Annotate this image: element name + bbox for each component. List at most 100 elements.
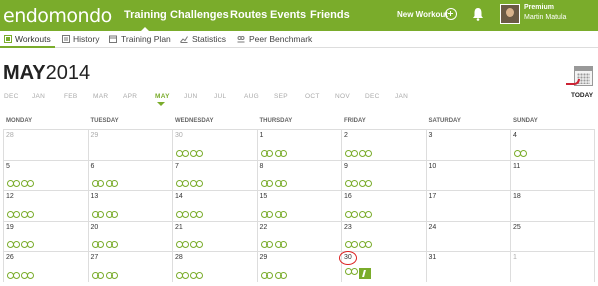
month-link[interactable]: SEP: [274, 93, 288, 100]
cycling-workout-icon[interactable]: [190, 210, 203, 218]
cycling-workout-icon[interactable]: [260, 271, 273, 279]
cycling-workout-icon[interactable]: [345, 241, 358, 248]
cycling-workout-icon[interactable]: [105, 180, 118, 187]
cycling-workout-icon[interactable]: [345, 267, 358, 275]
day-number[interactable]: 18: [513, 193, 521, 200]
day-number[interactable]: 1: [260, 132, 264, 139]
day-number[interactable]: 26: [6, 254, 14, 261]
calendar-day[interactable]: 11: [510, 159, 595, 190]
day-number[interactable]: 2: [344, 132, 348, 139]
month-link[interactable]: OCT: [305, 93, 320, 100]
day-number[interactable]: 28: [6, 132, 14, 139]
day-number[interactable]: 12: [6, 193, 14, 200]
cycling-workout-icon[interactable]: [21, 241, 34, 248]
cycling-workout-icon[interactable]: [21, 210, 34, 218]
calendar-day[interactable]: 28: [172, 251, 257, 282]
new-workout-button[interactable]: New Workout: [397, 10, 448, 19]
calendar-day[interactable]: 1: [256, 129, 341, 160]
calendar-day[interactable]: 23: [341, 220, 426, 251]
calendar-day[interactable]: 1: [510, 251, 595, 282]
cycling-workout-icon[interactable]: [91, 271, 104, 279]
month-link[interactable]: DEC: [4, 93, 19, 100]
today-button[interactable]: TODAY: [571, 92, 593, 99]
calendar-day[interactable]: 28: [3, 129, 88, 160]
month-link[interactable]: MAR: [93, 93, 108, 100]
cycling-workout-icon[interactable]: [7, 210, 20, 218]
calendar-day[interactable]: 29: [256, 251, 341, 282]
day-number[interactable]: 13: [91, 193, 99, 200]
month-link[interactable]: JUN: [184, 93, 198, 100]
day-number[interactable]: 17: [429, 193, 437, 200]
day-number[interactable]: 9: [344, 163, 348, 170]
cycling-workout-icon[interactable]: [260, 149, 273, 157]
cycling-workout-icon[interactable]: [260, 210, 273, 218]
calendar-day[interactable]: 10: [425, 159, 510, 190]
nav-events[interactable]: Events: [270, 9, 306, 21]
day-number[interactable]: 30: [175, 132, 183, 139]
calendar-day[interactable]: 6: [87, 159, 172, 190]
cycling-workout-icon[interactable]: [260, 180, 273, 187]
month-link[interactable]: APR: [123, 93, 137, 100]
tab-training-plan[interactable]: Training Plan: [121, 34, 171, 44]
cycling-workout-icon[interactable]: [176, 180, 189, 187]
day-number[interactable]: 29: [91, 132, 99, 139]
cycling-workout-icon[interactable]: [176, 210, 189, 218]
cycling-workout-icon[interactable]: [105, 210, 118, 218]
day-number[interactable]: 1: [513, 254, 517, 261]
day-number[interactable]: 25: [513, 224, 521, 231]
day-number[interactable]: 10: [429, 163, 437, 170]
calendar-day[interactable]: 13: [87, 190, 172, 221]
month-link[interactable]: JUL: [214, 93, 226, 100]
cycling-workout-icon[interactable]: [190, 180, 203, 187]
month-link[interactable]: DEC: [365, 93, 380, 100]
bell-icon[interactable]: [472, 7, 484, 21]
day-number[interactable]: 20: [91, 224, 99, 231]
user-name[interactable]: Martin Matula: [524, 14, 566, 21]
cycling-workout-icon[interactable]: [91, 210, 104, 218]
day-number[interactable]: 7: [175, 163, 179, 170]
nav-friends[interactable]: Friends: [310, 9, 350, 21]
plus-circle-icon[interactable]: [445, 8, 457, 20]
calendar-day[interactable]: 14: [172, 190, 257, 221]
cycling-workout-icon[interactable]: [91, 241, 104, 248]
calendar-day[interactable]: 27: [87, 251, 172, 282]
month-link[interactable]: JAN: [395, 93, 408, 100]
day-number[interactable]: 28: [175, 254, 183, 261]
calendar-day[interactable]: 2: [341, 129, 426, 160]
avatar[interactable]: [500, 4, 520, 24]
cycling-workout-icon[interactable]: [7, 271, 20, 279]
cycling-workout-icon[interactable]: [274, 180, 287, 187]
cycling-workout-icon[interactable]: [105, 271, 118, 279]
cycling-workout-icon[interactable]: [7, 241, 20, 248]
tab-workouts[interactable]: Workouts: [15, 34, 51, 44]
day-number[interactable]: 15: [260, 193, 268, 200]
calendar-day[interactable]: 19: [3, 220, 88, 251]
cycling-workout-icon[interactable]: [91, 180, 104, 187]
day-number[interactable]: 23: [344, 224, 352, 231]
cycling-workout-icon[interactable]: [7, 180, 20, 187]
calendar-day[interactable]: 21: [172, 220, 257, 251]
day-number[interactable]: 31: [429, 254, 437, 261]
calendar-day[interactable]: 18: [510, 190, 595, 221]
cycling-workout-icon[interactable]: [190, 241, 203, 248]
month-link[interactable]: NOV: [335, 93, 350, 100]
day-number[interactable]: 5: [6, 163, 10, 170]
cycling-workout-icon[interactable]: [190, 149, 203, 157]
day-number[interactable]: 3: [429, 132, 433, 139]
month-link[interactable]: AUG: [244, 93, 259, 100]
cycling-workout-icon[interactable]: [359, 210, 372, 218]
calendar-day[interactable]: 9: [341, 159, 426, 190]
calendar-day[interactable]: 12: [3, 190, 88, 221]
cycling-workout-icon[interactable]: [345, 180, 358, 187]
cycling-workout-icon[interactable]: [105, 241, 118, 248]
day-number[interactable]: 4: [513, 132, 517, 139]
day-number[interactable]: 14: [175, 193, 183, 200]
calendar-day[interactable]: 17: [425, 190, 510, 221]
month-link[interactable]: FEB: [64, 93, 78, 100]
tab-statistics[interactable]: Statistics: [192, 34, 226, 44]
cycling-workout-icon[interactable]: [345, 210, 358, 218]
calendar-day[interactable]: 3: [425, 129, 510, 160]
month-link[interactable]: JAN: [32, 93, 45, 100]
nav-training[interactable]: Training: [124, 9, 167, 32]
day-number[interactable]: 24: [429, 224, 437, 231]
